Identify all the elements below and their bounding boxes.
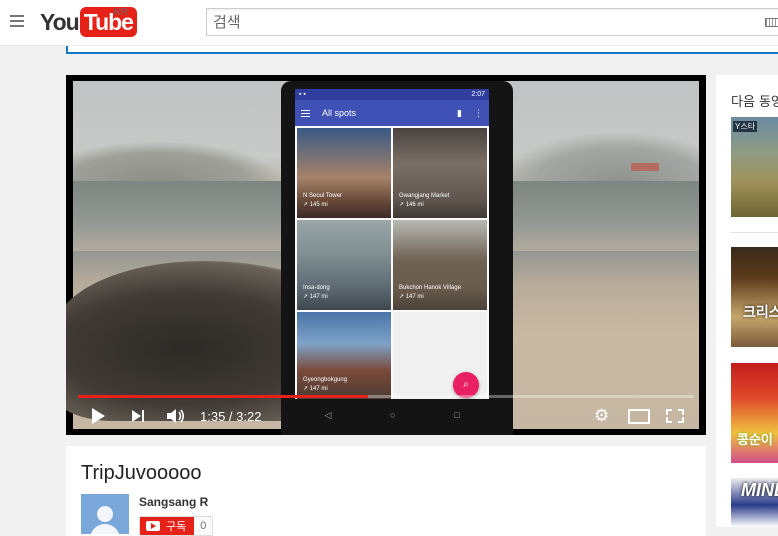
youtube-logo[interactable]: You Tube KR [40, 7, 137, 37]
phone-more-icon: ⋮ [474, 107, 483, 118]
related-video-thumbnail[interactable]: 크리스마스 [731, 247, 778, 347]
spot-distance: ↗ 147 mi [399, 294, 424, 300]
video-title: TripJuvooooo [81, 462, 202, 484]
subscribe-button[interactable]: 구독 [140, 517, 195, 535]
up-next-sidebar: 다음 동영상 Y스타 크리스마스 콩순이 MINE [716, 75, 778, 527]
phone-menu-icon [301, 109, 310, 117]
settings-gear-icon[interactable]: ⚙ [594, 401, 609, 431]
spot-distance: ↗ 145 mi [303, 202, 328, 208]
related-video-thumbnail[interactable]: 콩순이 [731, 363, 778, 463]
phone-app-title: All spots [322, 108, 357, 118]
youtube-play-icon [146, 521, 160, 531]
phone-status-bar: ▪ ▪ 2:07 [295, 89, 489, 100]
spot-name: Gyeongbokgung [303, 377, 348, 383]
thumbnail-overlay-text: Y스타 [733, 121, 758, 132]
spot-distance: ↗ 147 mi [303, 294, 328, 300]
player-controls: 1:35 / 3:22 ⚙ [66, 401, 706, 431]
subscriber-count: 0 [194, 517, 213, 535]
related-video-thumbnail[interactable]: MINE [731, 478, 778, 527]
volume-icon [167, 409, 185, 423]
channel-name-link[interactable]: Sangsang R [139, 495, 208, 509]
time-display: 1:35 / 3:22 [200, 408, 262, 424]
video-frame: ▪ ▪ 2:07 All spots ▮ ⋮ N Seoul Tower ↗ 1… [66, 81, 699, 435]
video-player[interactable]: ▪ ▪ 2:07 All spots ▮ ⋮ N Seoul Tower ↗ 1… [66, 75, 706, 435]
video-scene-ship [631, 163, 659, 171]
subscribe-control: 구독 0 [139, 516, 214, 536]
logo-tube-text: Tube [79, 7, 137, 37]
video-scene-hill-left [73, 141, 283, 181]
spot-name: Gwangjang Market [399, 193, 450, 199]
spot-tile: Gwangjang Market ↗ 146 mi [393, 128, 487, 218]
phone-app-bar: All spots ▮ ⋮ [295, 100, 489, 126]
phone-spots-grid: N Seoul Tower ↗ 145 mi Gwangjang Market … [295, 126, 489, 399]
avatar-head [97, 506, 113, 522]
avatar-body [90, 524, 120, 534]
thumbnail-overlay-text: 콩순이 [737, 433, 773, 448]
fullscreen-button[interactable] [666, 401, 684, 431]
notification-banner-edge [66, 46, 778, 54]
spot-name: Bukchon Hanok Village [399, 285, 461, 291]
masthead: You Tube KR [0, 0, 778, 46]
spot-tile: N Seoul Tower ↗ 145 mi [297, 128, 391, 218]
theater-mode-button[interactable] [628, 401, 650, 431]
next-button[interactable] [132, 401, 148, 431]
progress-bar-played [78, 395, 368, 398]
phone-status-time: 2:07 [471, 91, 485, 98]
up-next-heading: 다음 동영상 [731, 95, 778, 110]
phone-status-icons: ▪ ▪ [299, 91, 306, 98]
spot-tile: Bukchon Hanok Village ↗ 147 mi [393, 220, 487, 310]
spot-distance: ↗ 147 mi [303, 386, 328, 392]
thumbnail-overlay-text: 크리스마스 [743, 305, 778, 321]
related-video-thumbnail[interactable]: Y스타 [731, 117, 778, 217]
search-input[interactable] [207, 9, 747, 35]
phone-in-video: ▪ ▪ 2:07 All spots ▮ ⋮ N Seoul Tower ↗ 1… [281, 81, 513, 435]
spot-tile: Gyeongbokgung ↗ 147 mi [297, 312, 391, 399]
channel-avatar[interactable] [81, 494, 129, 534]
spot-name: N Seoul Tower [303, 193, 342, 199]
region-label: KR [114, 7, 128, 18]
keyboard-icon[interactable] [765, 18, 778, 27]
thumbnail-overlay-text: MINE [741, 480, 778, 500]
volume-button[interactable] [166, 401, 186, 431]
guide-menu-icon[interactable] [10, 15, 24, 27]
progress-bar[interactable] [78, 395, 694, 398]
logo-you-text: You [40, 8, 80, 35]
phone-screen: ▪ ▪ 2:07 All spots ▮ ⋮ N Seoul Tower ↗ 1… [295, 89, 489, 399]
subscribe-label: 구독 [166, 520, 187, 533]
phone-map-icon: ▮ [457, 107, 462, 118]
spot-name: Insa-dong [303, 285, 330, 291]
play-button[interactable] [92, 401, 108, 431]
video-info-panel: TripJuvooooo Sangsang R 구독 0 [66, 446, 706, 536]
video-scene-hill-right [499, 133, 699, 183]
spot-distance: ↗ 146 mi [399, 202, 424, 208]
divider [731, 232, 778, 233]
search-box[interactable] [206, 8, 778, 36]
spot-tile: Insa-dong ↗ 147 mi [297, 220, 391, 310]
